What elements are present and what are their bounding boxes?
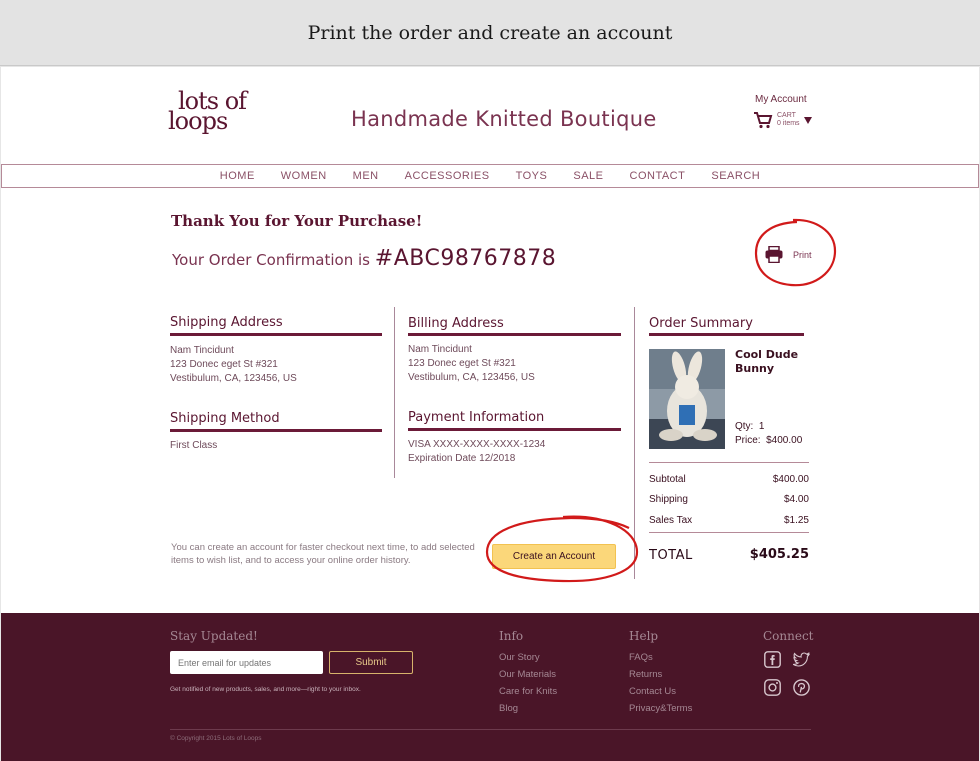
product-price: Price: $400.00 [735, 435, 802, 446]
connect-title: Connect [763, 629, 814, 643]
screenshot-caption: Print the order and create an account [0, 0, 980, 66]
cart-icon [754, 112, 773, 129]
nav-sale[interactable]: SALE [573, 170, 603, 182]
newsletter-submit-button[interactable]: Submit [329, 651, 413, 674]
address-line: 123 Donec eget St #321 [408, 358, 516, 369]
billing-address-text: Nam Tincidunt 123 Donec eget St #321 Ves… [408, 343, 535, 385]
create-account-note: You can create an account for faster che… [171, 542, 475, 566]
checkout-confirmation-page: lots of loops Handmade Knitted Boutique … [1, 67, 979, 761]
shipping-address-text: Nam Tincidunt 123 Donec eget St #321 Ves… [170, 344, 297, 386]
order-confirmation-prefix: Your Order Confirmation is [172, 251, 370, 269]
annotation-circle [485, 515, 639, 583]
logo-line2: loops [168, 107, 228, 135]
footer-link-care-for-knits[interactable]: Care for Knits [499, 686, 557, 697]
shipping-method-title: Shipping Method [170, 411, 280, 426]
subtotal-value: $400.00 [772, 474, 809, 485]
divider [408, 428, 621, 431]
product-qty: Qty: 1 [735, 421, 764, 432]
total-value: $405.25 [749, 547, 809, 562]
main-nav: HOME WOMEN MEN ACCESSORIES TOYS SALE CON… [1, 164, 979, 188]
total-label: TOTAL [649, 548, 693, 563]
thank-you-heading: Thank You for Your Purchase! [171, 212, 423, 230]
footer-link-blog[interactable]: Blog [499, 703, 518, 714]
address-line: 123 Donec eget St #321 [170, 359, 278, 370]
nav-accessories[interactable]: ACCESSORIES [405, 170, 490, 182]
product-name[interactable]: Cool Dude Bunny [735, 348, 805, 376]
address-line: Vestibulum, CA, 123456, US [170, 373, 297, 384]
cart-label: CART [777, 112, 796, 119]
order-confirmation: Your Order Confirmation is #ABC98767878 [172, 246, 556, 271]
cart-button[interactable]: CART 0 items [753, 111, 812, 129]
cart-count: 0 items [777, 120, 800, 127]
chevron-down-icon [803, 116, 812, 124]
brand-logo[interactable]: lots of loops [168, 87, 258, 143]
column-divider [394, 307, 395, 478]
product-image[interactable] [649, 349, 725, 449]
address-line: Nam Tincidunt [170, 345, 234, 356]
newsletter-email-input[interactable] [170, 651, 323, 674]
newsletter-note: Get notified of new products, sales, and… [170, 686, 361, 693]
footer-link-privacy-terms[interactable]: Privacy&Terms [629, 703, 692, 714]
printer-icon [765, 246, 783, 263]
address-line: Nam Tincidunt [408, 344, 472, 355]
footer-link-our-story[interactable]: Our Story [499, 652, 540, 663]
create-account-area: Create an Account [471, 510, 651, 588]
footer-divider [170, 729, 811, 730]
site-footer: Stay Updated! Submit Get notified of new… [1, 613, 979, 761]
divider [170, 429, 382, 432]
twitter-icon[interactable] [793, 651, 810, 668]
shipping-value: $4.00 [783, 494, 809, 505]
help-title: Help [629, 629, 659, 643]
nav-search[interactable]: SEARCH [711, 170, 760, 182]
my-account-link[interactable]: My Account [755, 94, 807, 105]
shipping-address-title: Shipping Address [170, 315, 283, 330]
price-value: $400.00 [766, 435, 803, 446]
brand-title: Handmade Knitted Boutique [351, 107, 657, 131]
divider [649, 462, 809, 463]
billing-address-title: Billing Address [408, 316, 504, 331]
sales-tax-value: $1.25 [783, 515, 809, 526]
nav-contact[interactable]: CONTACT [630, 170, 686, 182]
divider [649, 333, 804, 336]
qty-value: 1 [758, 421, 765, 432]
nav-women[interactable]: WOMEN [281, 170, 327, 182]
sales-tax-label: Sales Tax [649, 515, 693, 526]
shipping-method-value: First Class [170, 440, 218, 451]
nav-toys[interactable]: TOYS [516, 170, 548, 182]
card-number: VISA XXXX-XXXX-XXXX-1234 [408, 439, 546, 450]
order-summary-title: Order Summary [649, 316, 753, 331]
subtotal-label: Subtotal [649, 474, 686, 485]
pinterest-icon[interactable] [793, 679, 810, 696]
nav-home[interactable]: HOME [220, 170, 255, 182]
stay-updated-title: Stay Updated! [170, 629, 258, 643]
facebook-icon[interactable] [764, 651, 781, 668]
footer-link-our-materials[interactable]: Our Materials [499, 669, 556, 680]
divider [408, 333, 621, 336]
payment-info-title: Payment Information [408, 410, 545, 425]
cart-text: CART 0 items [777, 112, 800, 128]
payment-info-text: VISA XXXX-XXXX-XXXX-1234 Expiration Date… [408, 438, 545, 466]
order-number: #ABC98767878 [374, 246, 557, 271]
print-label: Print [793, 250, 812, 260]
divider [170, 333, 382, 336]
divider [649, 532, 809, 533]
card-expiration: Expiration Date 12/2018 [408, 453, 516, 464]
shipping-label: Shipping [649, 494, 688, 505]
copyright: © Copyright 2015 Lots of Loops [170, 735, 262, 742]
instagram-icon[interactable] [764, 679, 781, 696]
price-label: Price: [735, 435, 761, 446]
address-line: Vestibulum, CA, 123456, US [408, 372, 535, 383]
info-title: Info [499, 629, 524, 643]
footer-link-returns[interactable]: Returns [629, 669, 662, 680]
qty-label: Qty: [735, 421, 754, 432]
footer-link-contact-us[interactable]: Contact Us [629, 686, 676, 697]
print-button[interactable]: Print [753, 217, 837, 287]
footer-link-faqs[interactable]: FAQs [629, 652, 653, 663]
nav-men[interactable]: MEN [353, 170, 379, 182]
